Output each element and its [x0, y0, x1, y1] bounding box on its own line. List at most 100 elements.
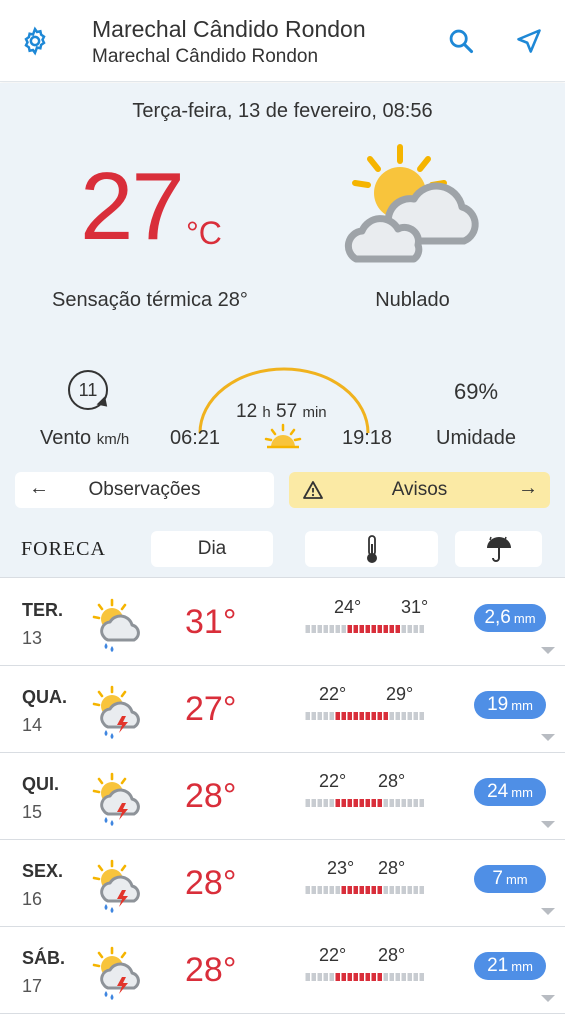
chevron-down-icon[interactable]	[541, 647, 555, 654]
precipitation-pill: 21 mm	[474, 952, 546, 980]
precipitation-value: 21	[487, 955, 509, 976]
observations-label: Observações	[88, 479, 201, 500]
settings-button[interactable]	[16, 22, 54, 60]
precipitation-value: 7	[492, 868, 503, 889]
chevron-down-icon[interactable]	[541, 734, 555, 741]
day-low: 22°	[319, 945, 347, 965]
current-conditions: Terça-feira, 13 de fevereiro, 08:56 27 °…	[0, 83, 565, 520]
foreca-logo: FORECA	[21, 538, 106, 560]
warnings-label: Avisos	[391, 479, 448, 500]
day-name: SEX.	[22, 861, 64, 881]
sun-cloud-thunder-rain-icon	[90, 945, 146, 1001]
wind-label: Vento km/h	[40, 427, 129, 450]
precipitation-unit: mm	[505, 872, 528, 887]
sun-cloud-thunder-rain-icon	[90, 771, 146, 827]
precipitation-pill: 19 mm	[474, 691, 546, 719]
precipitation-value: 24	[487, 781, 509, 802]
day-name: QUI.	[22, 774, 60, 794]
partly-cloudy-icon	[344, 144, 479, 263]
tab-day[interactable]: Dia	[151, 531, 273, 567]
forecast-row-16[interactable]: SEX. 16 28° 23° 28° 7 mm	[0, 840, 565, 927]
day-low: 22°	[319, 684, 347, 704]
observations-button[interactable]: ← Observações	[15, 472, 274, 508]
sun-cloud-thunder-rain-icon	[90, 684, 146, 740]
day-length-hours: 12	[236, 401, 258, 422]
precipitation-value: 19	[487, 694, 509, 715]
humidity-label: Umidade	[436, 427, 517, 449]
precipitation-pill: 7 mm	[474, 865, 546, 893]
search-icon	[449, 29, 474, 54]
day-max-temperature: 28°	[185, 864, 237, 902]
day-max-temperature: 27°	[185, 690, 237, 728]
day-low: 24°	[334, 597, 362, 617]
current-temperature: 27	[80, 153, 185, 260]
forecast-row-17[interactable]: SÁB. 17 28° 22° 28° 21 mm	[0, 927, 565, 1014]
day-high: 28°	[378, 771, 406, 791]
day-date: 17	[22, 976, 43, 996]
day-max-temperature: 28°	[185, 777, 237, 815]
chevron-down-icon[interactable]	[541, 908, 555, 915]
forecast-row-13[interactable]: TER. 13 31° 24° 31° 2,6 mm	[0, 579, 565, 666]
precipitation-pill: 24 mm	[474, 778, 546, 806]
temperature-range-bar	[305, 973, 424, 981]
day-high: 28°	[378, 858, 406, 878]
precipitation-unit: mm	[511, 959, 533, 974]
chevron-down-icon[interactable]	[541, 821, 555, 828]
day-max-temperature: 28°	[185, 951, 237, 989]
navigation-arrow-icon	[517, 29, 541, 53]
forecast-toolbar: FORECA Dia	[0, 520, 565, 578]
day-name: TER.	[22, 600, 64, 620]
sunset-time: 19:18	[342, 427, 393, 449]
day-date: 16	[22, 889, 43, 909]
day-length-h-unit: h	[262, 404, 271, 421]
sunrise-icon	[264, 423, 302, 449]
search-button[interactable]	[442, 22, 480, 60]
day-high: 31°	[401, 597, 429, 617]
temperature-range-bar	[305, 886, 424, 894]
wind-label-text: Vento	[40, 427, 92, 449]
feels-like: Sensação térmica 28°	[52, 289, 248, 311]
umbrella-rain-icon	[486, 536, 511, 562]
location-title[interactable]: Marechal Cândido Rondon	[92, 16, 366, 43]
day-low: 23°	[327, 858, 355, 878]
arrow-right-icon: →	[518, 477, 538, 499]
day-length: 12 h 57 min	[236, 401, 327, 423]
arrow-left-icon: ←	[29, 477, 49, 499]
day-high: 28°	[378, 945, 406, 965]
day-high: 29°	[386, 684, 414, 704]
chevron-down-icon[interactable]	[541, 995, 555, 1002]
wind-unit: km/h	[96, 431, 130, 448]
precipitation-unit: mm	[511, 698, 533, 713]
humidity-value: 69%	[454, 379, 499, 404]
temperature-range-bar	[305, 799, 424, 807]
thermometer-icon	[366, 535, 377, 563]
current-datetime: Terça-feira, 13 de fevereiro, 08:56	[132, 100, 433, 122]
day-name: SÁB.	[22, 948, 66, 968]
locate-button[interactable]	[510, 22, 548, 60]
precipitation-unit: mm	[511, 785, 533, 800]
day-date: 13	[22, 628, 43, 648]
top-bar: Marechal Cândido Rondon Marechal Cândido…	[0, 0, 565, 82]
location-subtitle[interactable]: Marechal Cândido Rondon	[92, 46, 318, 68]
tab-precipitation[interactable]	[455, 531, 542, 567]
sunrise-time: 06:21	[170, 427, 221, 449]
condition-text: Nublado	[375, 289, 450, 311]
day-date: 14	[22, 715, 43, 735]
precipitation-unit: mm	[513, 611, 536, 626]
temperature-unit: °C	[186, 215, 222, 251]
day-max-temperature: 31°	[185, 603, 237, 641]
day-length-min-unit: min	[302, 404, 327, 421]
day-length-minutes: 57	[276, 401, 298, 422]
temperature-range-bar	[305, 625, 424, 633]
warnings-button[interactable]: Avisos →	[289, 472, 550, 508]
temperature-range-bar	[305, 712, 424, 720]
forecast-row-14[interactable]: QUA. 14 27° 22° 29° 19 mm	[0, 666, 565, 753]
day-date: 15	[22, 802, 43, 822]
precipitation-pill: 2,6 mm	[474, 604, 546, 632]
warning-triangle-icon	[303, 481, 323, 499]
sun-cloud-thunder-rain-icon	[90, 858, 146, 914]
tab-temperature[interactable]	[305, 531, 438, 567]
gear-icon	[24, 26, 46, 56]
forecast-row-15[interactable]: QUI. 15 28° 22° 28° 24 mm	[0, 753, 565, 840]
day-name: QUA.	[22, 687, 67, 707]
